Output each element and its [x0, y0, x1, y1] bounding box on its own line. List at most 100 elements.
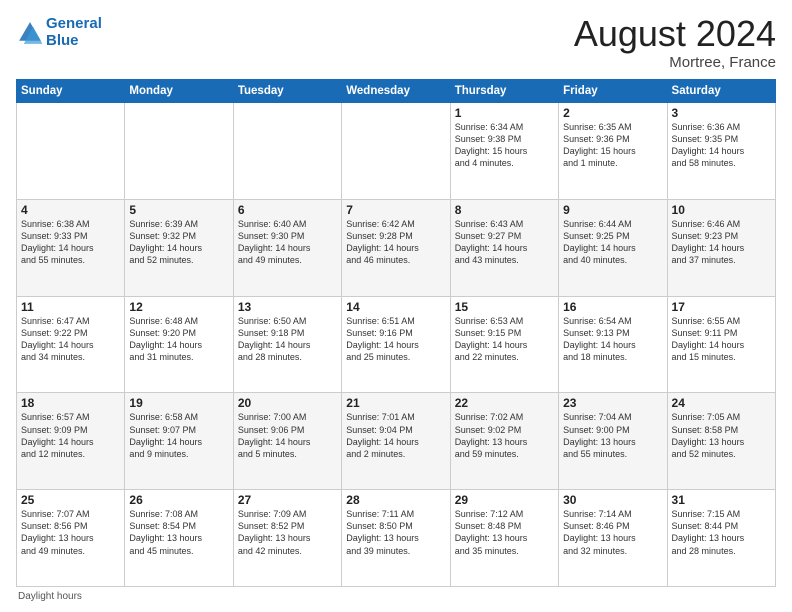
- day-info: Sunrise: 7:08 AM Sunset: 8:54 PM Dayligh…: [129, 508, 228, 557]
- calendar-cell: 8Sunrise: 6:43 AM Sunset: 9:27 PM Daylig…: [450, 199, 558, 296]
- day-info: Sunrise: 6:34 AM Sunset: 9:38 PM Dayligh…: [455, 121, 554, 170]
- calendar-header-row: Sunday Monday Tuesday Wednesday Thursday…: [17, 80, 776, 103]
- calendar-cell: [125, 103, 233, 200]
- calendar-cell: 26Sunrise: 7:08 AM Sunset: 8:54 PM Dayli…: [125, 490, 233, 587]
- day-info: Sunrise: 7:05 AM Sunset: 8:58 PM Dayligh…: [672, 411, 771, 460]
- day-info: Sunrise: 6:53 AM Sunset: 9:15 PM Dayligh…: [455, 315, 554, 364]
- day-info: Sunrise: 6:51 AM Sunset: 9:16 PM Dayligh…: [346, 315, 445, 364]
- day-number: 2: [563, 106, 662, 120]
- day-number: 25: [21, 493, 120, 507]
- calendar-cell: 1Sunrise: 6:34 AM Sunset: 9:38 PM Daylig…: [450, 103, 558, 200]
- col-friday: Friday: [559, 80, 667, 103]
- day-number: 9: [563, 203, 662, 217]
- day-info: Sunrise: 6:54 AM Sunset: 9:13 PM Dayligh…: [563, 315, 662, 364]
- day-number: 1: [455, 106, 554, 120]
- day-info: Sunrise: 6:35 AM Sunset: 9:36 PM Dayligh…: [563, 121, 662, 170]
- col-wednesday: Wednesday: [342, 80, 450, 103]
- month-title: August 2024: [574, 16, 776, 52]
- day-number: 26: [129, 493, 228, 507]
- calendar-week-row-3: 18Sunrise: 6:57 AM Sunset: 9:09 PM Dayli…: [17, 393, 776, 490]
- calendar-cell: 19Sunrise: 6:58 AM Sunset: 9:07 PM Dayli…: [125, 393, 233, 490]
- day-number: 21: [346, 396, 445, 410]
- day-number: 14: [346, 300, 445, 314]
- day-number: 15: [455, 300, 554, 314]
- day-number: 5: [129, 203, 228, 217]
- day-info: Sunrise: 7:02 AM Sunset: 9:02 PM Dayligh…: [455, 411, 554, 460]
- day-number: 18: [21, 396, 120, 410]
- day-info: Sunrise: 7:07 AM Sunset: 8:56 PM Dayligh…: [21, 508, 120, 557]
- day-number: 13: [238, 300, 337, 314]
- day-info: Sunrise: 7:11 AM Sunset: 8:50 PM Dayligh…: [346, 508, 445, 557]
- day-number: 16: [563, 300, 662, 314]
- day-info: Sunrise: 7:00 AM Sunset: 9:06 PM Dayligh…: [238, 411, 337, 460]
- calendar-cell: 17Sunrise: 6:55 AM Sunset: 9:11 PM Dayli…: [667, 296, 775, 393]
- page: General Blue August 2024 Mortree, France…: [0, 0, 792, 612]
- title-area: August 2024 Mortree, France: [574, 16, 776, 71]
- calendar-cell: 5Sunrise: 6:39 AM Sunset: 9:32 PM Daylig…: [125, 199, 233, 296]
- location: Mortree, France: [574, 54, 776, 71]
- day-info: Sunrise: 6:44 AM Sunset: 9:25 PM Dayligh…: [563, 218, 662, 267]
- day-info: Sunrise: 6:47 AM Sunset: 9:22 PM Dayligh…: [21, 315, 120, 364]
- calendar-cell: 4Sunrise: 6:38 AM Sunset: 9:33 PM Daylig…: [17, 199, 125, 296]
- calendar-cell: 6Sunrise: 6:40 AM Sunset: 9:30 PM Daylig…: [233, 199, 341, 296]
- calendar-cell: [233, 103, 341, 200]
- calendar-week-row-1: 4Sunrise: 6:38 AM Sunset: 9:33 PM Daylig…: [17, 199, 776, 296]
- day-info: Sunrise: 6:58 AM Sunset: 9:07 PM Dayligh…: [129, 411, 228, 460]
- day-number: 20: [238, 396, 337, 410]
- day-number: 12: [129, 300, 228, 314]
- col-tuesday: Tuesday: [233, 80, 341, 103]
- calendar-cell: 23Sunrise: 7:04 AM Sunset: 9:00 PM Dayli…: [559, 393, 667, 490]
- calendar-week-row-2: 11Sunrise: 6:47 AM Sunset: 9:22 PM Dayli…: [17, 296, 776, 393]
- col-monday: Monday: [125, 80, 233, 103]
- day-number: 19: [129, 396, 228, 410]
- day-info: Sunrise: 6:39 AM Sunset: 9:32 PM Dayligh…: [129, 218, 228, 267]
- day-info: Sunrise: 6:57 AM Sunset: 9:09 PM Dayligh…: [21, 411, 120, 460]
- day-info: Sunrise: 6:50 AM Sunset: 9:18 PM Dayligh…: [238, 315, 337, 364]
- day-number: 8: [455, 203, 554, 217]
- day-number: 27: [238, 493, 337, 507]
- calendar-cell: 10Sunrise: 6:46 AM Sunset: 9:23 PM Dayli…: [667, 199, 775, 296]
- day-info: Sunrise: 6:40 AM Sunset: 9:30 PM Dayligh…: [238, 218, 337, 267]
- day-number: 24: [672, 396, 771, 410]
- day-info: Sunrise: 7:01 AM Sunset: 9:04 PM Dayligh…: [346, 411, 445, 460]
- col-thursday: Thursday: [450, 80, 558, 103]
- day-number: 6: [238, 203, 337, 217]
- calendar-cell: [342, 103, 450, 200]
- calendar-cell: 14Sunrise: 6:51 AM Sunset: 9:16 PM Dayli…: [342, 296, 450, 393]
- calendar-cell: 25Sunrise: 7:07 AM Sunset: 8:56 PM Dayli…: [17, 490, 125, 587]
- logo-blue: Blue: [46, 32, 79, 49]
- calendar-cell: 20Sunrise: 7:00 AM Sunset: 9:06 PM Dayli…: [233, 393, 341, 490]
- calendar-cell: 22Sunrise: 7:02 AM Sunset: 9:02 PM Dayli…: [450, 393, 558, 490]
- calendar-cell: 12Sunrise: 6:48 AM Sunset: 9:20 PM Dayli…: [125, 296, 233, 393]
- calendar-cell: [17, 103, 125, 200]
- day-number: 30: [563, 493, 662, 507]
- day-info: Sunrise: 7:15 AM Sunset: 8:44 PM Dayligh…: [672, 508, 771, 557]
- day-number: 31: [672, 493, 771, 507]
- calendar-cell: 16Sunrise: 6:54 AM Sunset: 9:13 PM Dayli…: [559, 296, 667, 393]
- day-number: 23: [563, 396, 662, 410]
- day-info: Sunrise: 7:09 AM Sunset: 8:52 PM Dayligh…: [238, 508, 337, 557]
- logo: General Blue: [16, 16, 102, 49]
- day-number: 28: [346, 493, 445, 507]
- day-info: Sunrise: 6:48 AM Sunset: 9:20 PM Dayligh…: [129, 315, 228, 364]
- day-number: 11: [21, 300, 120, 314]
- calendar-cell: 18Sunrise: 6:57 AM Sunset: 9:09 PM Dayli…: [17, 393, 125, 490]
- calendar-cell: 30Sunrise: 7:14 AM Sunset: 8:46 PM Dayli…: [559, 490, 667, 587]
- calendar-cell: 9Sunrise: 6:44 AM Sunset: 9:25 PM Daylig…: [559, 199, 667, 296]
- day-number: 17: [672, 300, 771, 314]
- footer-note: Daylight hours: [16, 591, 776, 602]
- day-info: Sunrise: 6:55 AM Sunset: 9:11 PM Dayligh…: [672, 315, 771, 364]
- day-number: 4: [21, 203, 120, 217]
- calendar-cell: 21Sunrise: 7:01 AM Sunset: 9:04 PM Dayli…: [342, 393, 450, 490]
- logo-icon: [16, 19, 44, 47]
- logo-text: General Blue: [46, 16, 102, 49]
- col-saturday: Saturday: [667, 80, 775, 103]
- calendar-cell: 11Sunrise: 6:47 AM Sunset: 9:22 PM Dayli…: [17, 296, 125, 393]
- calendar-cell: 24Sunrise: 7:05 AM Sunset: 8:58 PM Dayli…: [667, 393, 775, 490]
- day-number: 7: [346, 203, 445, 217]
- day-info: Sunrise: 6:42 AM Sunset: 9:28 PM Dayligh…: [346, 218, 445, 267]
- day-info: Sunrise: 6:36 AM Sunset: 9:35 PM Dayligh…: [672, 121, 771, 170]
- col-sunday: Sunday: [17, 80, 125, 103]
- calendar-cell: 31Sunrise: 7:15 AM Sunset: 8:44 PM Dayli…: [667, 490, 775, 587]
- day-info: Sunrise: 6:43 AM Sunset: 9:27 PM Dayligh…: [455, 218, 554, 267]
